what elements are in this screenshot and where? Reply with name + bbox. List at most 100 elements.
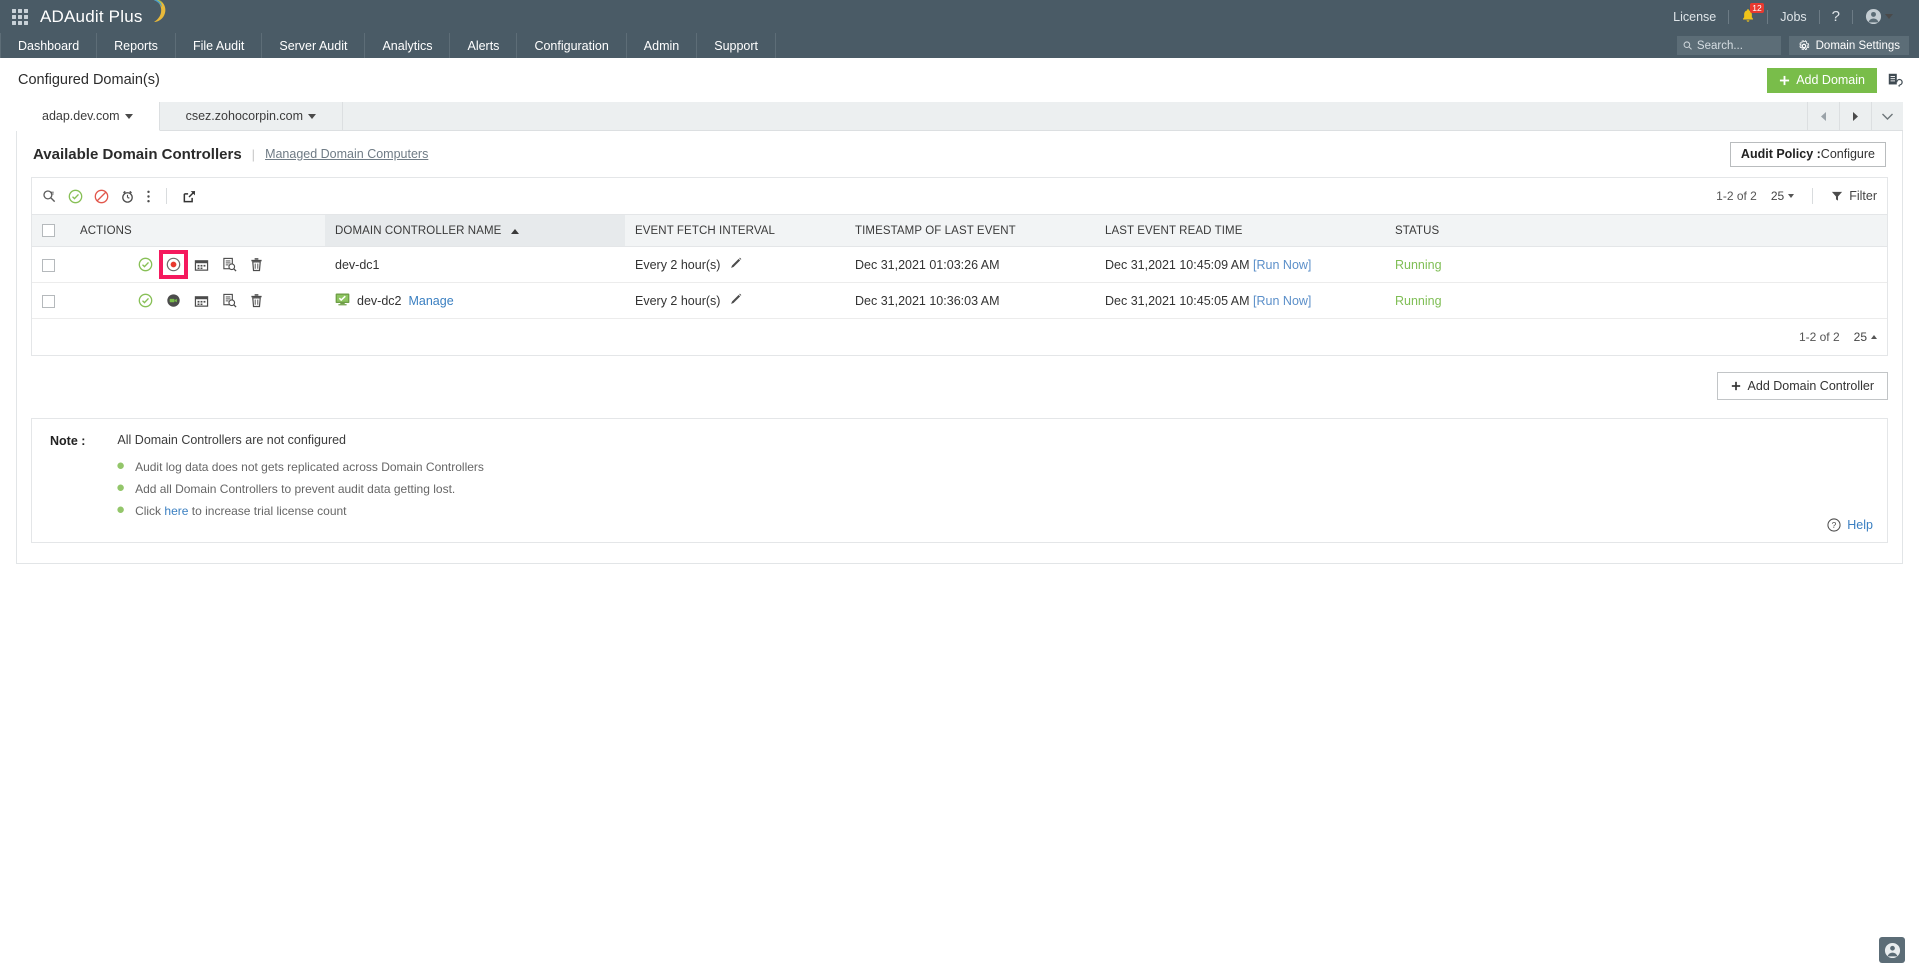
nav-tab-alerts[interactable]: Alerts	[450, 33, 518, 58]
row-status-cell: Running	[1385, 246, 1887, 283]
grid-apps-icon[interactable]	[12, 8, 28, 25]
select-all-checkbox[interactable]	[42, 224, 55, 237]
chevron-down-icon[interactable]	[124, 113, 133, 119]
pencil-icon	[731, 257, 742, 268]
disable-icon[interactable]	[94, 189, 109, 204]
domain-tab-csez-zohocorpin-com[interactable]: csez.zohocorpin.com	[160, 102, 344, 130]
enable-icon[interactable]	[68, 189, 83, 204]
search-icon	[1683, 41, 1692, 50]
document-magnifier-icon	[223, 293, 237, 308]
row-timestamp-last-event: Dec 31,2021 01:03:26 AM	[845, 246, 1095, 283]
domain-settings-label: Domain Settings	[1815, 39, 1900, 52]
run-now-link[interactable]: [Run Now]	[1253, 294, 1311, 308]
chevron-down-icon	[1882, 113, 1893, 120]
delete-icon[interactable]	[250, 257, 263, 272]
section-title: Available Domain Controllers	[33, 145, 242, 163]
delete-icon[interactable]	[250, 293, 263, 308]
record-circle-icon	[166, 257, 181, 272]
nav-tab-support[interactable]: Support	[697, 33, 777, 58]
schedule-alarm-icon[interactable]	[120, 189, 135, 204]
camera-record-icon[interactable]	[166, 293, 181, 308]
domain-tab-adap-dev-com[interactable]: adap.dev.com	[16, 102, 160, 131]
export-icon[interactable]	[182, 189, 197, 204]
calendar-icon[interactable]	[194, 294, 209, 308]
nav-tab-dashboard[interactable]: Dashboard	[0, 33, 98, 58]
list-item: ● Add all Domain Controllers to prevent …	[116, 480, 1869, 496]
run-now-link[interactable]: [Run Now]	[1253, 258, 1311, 272]
filter-button[interactable]: Filter	[1831, 189, 1877, 203]
record-stop-icon[interactable]	[159, 250, 188, 279]
increase-license-link[interactable]: here	[164, 504, 188, 518]
domain-settings-button[interactable]: Domain Settings	[1788, 36, 1909, 55]
add-domain-button[interactable]: Add Domain	[1767, 67, 1877, 93]
column-label: DOMAIN CONTROLLER NAME	[335, 224, 502, 237]
page-size-selector[interactable]: 25	[1771, 189, 1795, 203]
sort-asc-icon	[510, 228, 519, 234]
column-header-domain-controller-name[interactable]: DOMAIN CONTROLLER NAME	[325, 214, 625, 247]
support-chat-button[interactable]	[1879, 937, 1905, 963]
column-header-last-event-read-time[interactable]: LAST EVENT READ TIME	[1095, 214, 1385, 247]
add-domain-controller-row: Add Domain Controller	[31, 372, 1888, 400]
domain-tab-strip: adap.dev.com csez.zohocorpin.com	[16, 102, 1903, 131]
note-label: Note :	[50, 434, 86, 448]
row-status-cell: Running	[1385, 282, 1887, 319]
calendar-icon[interactable]	[194, 258, 209, 272]
note-panel: Note : All Domain Controllers are not co…	[31, 418, 1888, 543]
column-header-event-fetch-interval[interactable]: EVENT FETCH INTERVAL	[625, 214, 845, 247]
nav-tab-admin[interactable]: Admin	[627, 33, 698, 58]
manage-link[interactable]: Manage	[408, 294, 453, 308]
help-question-icon[interactable]: ?	[1820, 8, 1852, 25]
last-event-read-time-label: Dec 31,2021 10:45:05 AM	[1105, 293, 1250, 308]
enabled-check-icon[interactable]	[138, 293, 153, 308]
global-search-box[interactable]	[1676, 36, 1781, 55]
report-search-icon[interactable]	[222, 293, 237, 308]
domain-controllers-card: Available Domain Controllers | Managed D…	[16, 131, 1903, 564]
nav-tab-file-audit[interactable]: File Audit	[176, 33, 263, 58]
note-item-text: Audit log data does not gets replicated …	[135, 460, 484, 474]
domain-tabs-next-button[interactable]	[1839, 102, 1871, 130]
footer-page-size-selector[interactable]: 25	[1854, 330, 1877, 344]
add-domain-controller-button[interactable]: Add Domain Controller	[1716, 372, 1888, 400]
column-header-timestamp-of-last-event[interactable]: TIMESTAMP OF LAST EVENT	[845, 214, 1095, 247]
notifications-button[interactable]: 12	[1729, 2, 1767, 26]
domain-tabs-dropdown-button[interactable]	[1871, 102, 1903, 130]
row-last-event-read-time-cell: Dec 31,2021 10:45:05 AM [Run Now]	[1095, 282, 1385, 319]
table-toolbar-icons	[42, 188, 197, 204]
row-checkbox[interactable]	[42, 294, 55, 308]
table-row[interactable]: dev-dc2 Manage Every 2 hour(s) Dec 31,20…	[32, 282, 1887, 319]
search-input[interactable]	[1696, 39, 1775, 52]
help-link[interactable]: ? Help	[1827, 518, 1873, 532]
help-circle-icon: ?	[1827, 518, 1841, 532]
last-event-read-time-label: Dec 31,2021 10:45:09 AM	[1105, 257, 1250, 272]
user-avatar-icon	[1865, 8, 1882, 25]
app-brand-logo[interactable]: ADAudit Plus	[40, 0, 169, 27]
license-link[interactable]: License	[1661, 10, 1728, 24]
svg-text:?: ?	[1832, 520, 1837, 530]
enabled-check-icon[interactable]	[138, 257, 153, 272]
nav-tab-analytics[interactable]: Analytics	[365, 33, 451, 58]
row-actions-cell	[70, 246, 325, 283]
nav-tab-reports[interactable]: Reports	[97, 33, 176, 58]
column-header-actions[interactable]: ACTIONS	[70, 214, 325, 247]
brand-swoosh-icon	[153, 0, 165, 22]
user-account-menu[interactable]	[1853, 8, 1905, 25]
audit-policy-configure-button[interactable]: Audit Policy : Configure	[1729, 141, 1886, 167]
nav-tab-configuration[interactable]: Configuration	[517, 33, 627, 58]
search-dc-icon[interactable]	[42, 189, 57, 204]
domain-tabs-prev-button[interactable]	[1807, 102, 1839, 130]
chevron-down-icon[interactable]	[308, 113, 317, 119]
chat-avatar-icon	[1884, 942, 1900, 958]
more-options-icon[interactable]	[146, 189, 151, 204]
row-checkbox[interactable]	[42, 258, 55, 272]
sync-domains-icon[interactable]	[1887, 72, 1903, 88]
table-row[interactable]: dev-dc1 Every 2 hour(s) Dec 31,2021 01:0…	[32, 246, 1887, 283]
edit-interval-icon[interactable]	[730, 293, 742, 308]
nav-tab-server-audit[interactable]: Server Audit	[262, 33, 366, 58]
managed-domain-computers-link[interactable]: Managed Domain Computers	[265, 147, 428, 161]
jobs-link[interactable]: Jobs	[1768, 10, 1818, 24]
column-header-status[interactable]: STATUS	[1385, 214, 1887, 247]
report-search-icon[interactable]	[222, 257, 237, 272]
header-utility-links: License 12 Jobs ?	[1661, 0, 1905, 33]
page-header-actions: Add Domain	[1767, 67, 1903, 93]
edit-interval-icon[interactable]	[730, 257, 742, 272]
